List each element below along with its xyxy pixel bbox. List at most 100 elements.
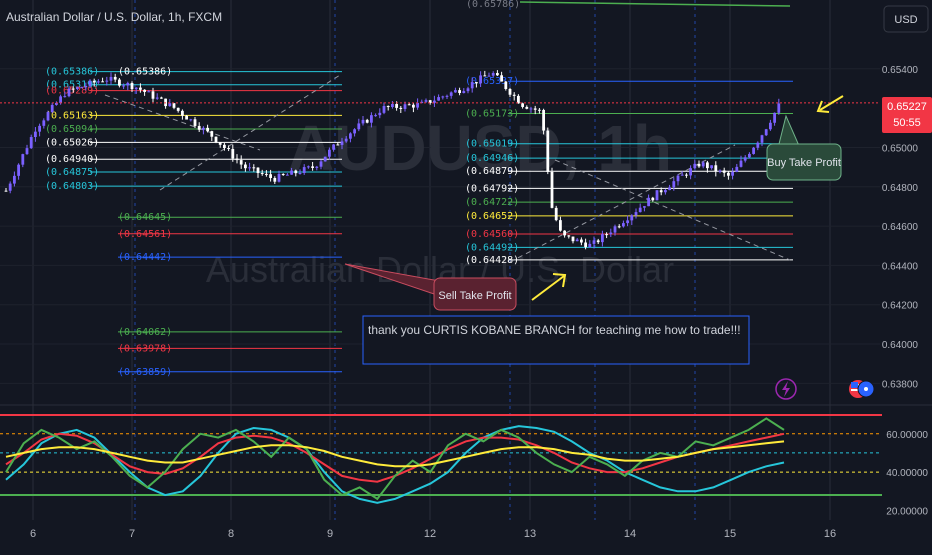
- candle-body: [630, 215, 634, 221]
- candle-body: [664, 190, 667, 193]
- candle-body: [206, 127, 209, 132]
- candle-body: [605, 234, 608, 236]
- candle-body: [739, 160, 743, 167]
- candle-body: [361, 119, 365, 124]
- candle-body: [399, 107, 403, 109]
- candle-body: [525, 106, 529, 109]
- level-label: (0.65289): [45, 86, 99, 97]
- candle-body: [239, 160, 243, 165]
- candle-body: [752, 147, 755, 154]
- candle-body: [214, 136, 218, 143]
- candle-body: [672, 181, 676, 188]
- candle-body: [244, 164, 247, 169]
- candle-body: [500, 75, 503, 82]
- candle-body: [168, 103, 172, 107]
- candle-body: [21, 154, 25, 165]
- candle-body: [109, 76, 113, 81]
- level-label: (0.64803): [45, 181, 99, 192]
- level-label: (0.65026): [45, 137, 99, 148]
- level-label: (0.65386): [118, 67, 172, 78]
- candle-body: [407, 104, 411, 106]
- candle-body: [63, 96, 67, 98]
- candle-body: [521, 103, 524, 107]
- candle-body: [554, 207, 558, 221]
- comment-box[interactable]: thank you CURTIS KOBANE BRANCH for teach…: [362, 315, 750, 365]
- price-tick-label: 0.64000: [882, 340, 919, 351]
- candle-body: [269, 174, 272, 179]
- candle-body: [626, 220, 629, 224]
- candle-body: [349, 133, 352, 139]
- candle-body: [189, 119, 193, 121]
- candle-body: [462, 91, 466, 93]
- candle-body: [252, 167, 256, 169]
- candle-body: [479, 75, 482, 84]
- candle-body: [424, 100, 428, 102]
- price-tick-label: 0.64800: [882, 183, 919, 194]
- candle-body: [416, 102, 419, 108]
- current-price-value: 0.65227: [887, 101, 927, 113]
- candle-body: [307, 166, 310, 168]
- candle-body: [122, 85, 125, 87]
- candle-body: [647, 197, 650, 207]
- candle-body: [113, 76, 117, 80]
- currency-label: USD: [894, 14, 917, 26]
- candle-body: [689, 168, 692, 176]
- candle-body: [38, 125, 41, 132]
- price-tick-label: 0.65400: [882, 65, 919, 76]
- candle-body: [504, 81, 508, 89]
- candle-body: [290, 170, 293, 175]
- au-flag-icon[interactable]: [857, 380, 875, 398]
- time-tick-label: 12: [424, 528, 436, 540]
- candle-body: [130, 82, 134, 90]
- candle-body: [29, 137, 33, 149]
- price-tick-label: 0.64200: [882, 301, 919, 312]
- candle-body: [265, 173, 268, 175]
- candle-body: [231, 148, 235, 159]
- candle-body: [584, 242, 587, 248]
- candle-body: [475, 82, 478, 84]
- candle-body: [176, 107, 180, 111]
- currency-button[interactable]: USD: [883, 5, 929, 33]
- candle-body: [223, 144, 226, 149]
- candle-body: [197, 125, 201, 130]
- candle-body: [701, 162, 705, 167]
- current-price-tag: 0.65227 50:55: [882, 97, 932, 133]
- candle-body: [412, 104, 415, 108]
- buy-take-profit-label: Buy Take Profit: [767, 157, 841, 169]
- candle-body: [449, 92, 453, 96]
- time-tick-label: 9: [327, 528, 333, 540]
- candle-body: [227, 148, 230, 150]
- candle-body: [512, 94, 516, 96]
- candle-body: [298, 172, 302, 174]
- price-tick-label: 0.64400: [882, 261, 919, 272]
- candle-body: [42, 120, 46, 126]
- chart-canvas[interactable]: AUDUSD, 1h Australian Dollar / U.S. Doll…: [0, 0, 932, 550]
- candle-body: [340, 141, 344, 145]
- candle-body: [550, 171, 554, 208]
- candle-body: [659, 190, 663, 193]
- candle-body: [567, 235, 571, 237]
- level-label: (0.64560): [465, 229, 519, 240]
- candle-body: [445, 95, 449, 97]
- candle-body: [470, 82, 474, 89]
- candle-body: [160, 97, 163, 99]
- candle-body: [508, 88, 512, 95]
- candle-body: [680, 174, 684, 176]
- time-tick-label: 6: [30, 528, 36, 540]
- candle-body: [374, 115, 377, 117]
- level-label: (0.64492): [465, 242, 519, 253]
- candle-body: [80, 87, 83, 89]
- candle-body: [580, 239, 583, 243]
- candle-body: [210, 131, 214, 137]
- level-label: (0.65163): [45, 110, 99, 121]
- candle-body: [315, 166, 319, 168]
- candle-body: [378, 112, 382, 116]
- candle-body: [676, 175, 680, 182]
- candle-body: [634, 212, 638, 216]
- candle-body: [533, 108, 537, 110]
- level-label: (0.64940): [45, 154, 99, 165]
- candle-body: [34, 131, 37, 138]
- candle-body: [332, 144, 335, 150]
- candle-body: [71, 88, 75, 90]
- price-chart[interactable]: AUDUSD, 1h Australian Dollar / U.S. Doll…: [0, 0, 932, 550]
